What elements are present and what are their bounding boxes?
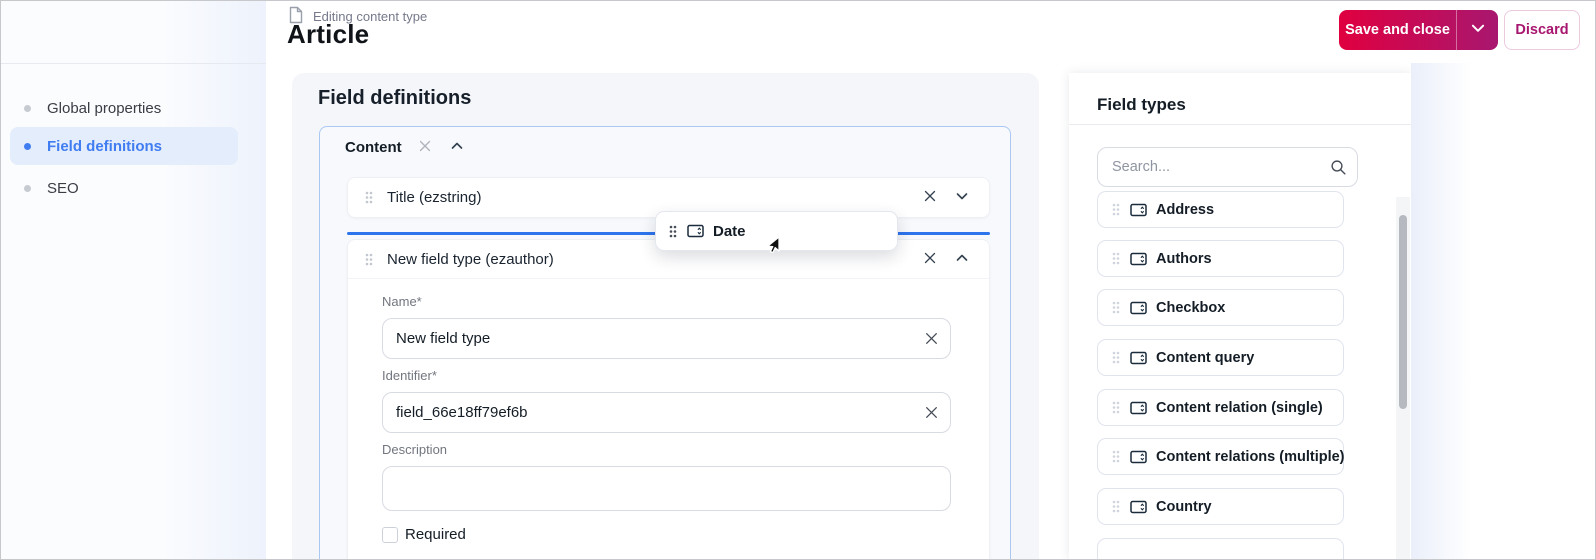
field-type-item-country[interactable]: Country (1097, 488, 1344, 525)
dragged-field-type-date[interactable]: Date (655, 211, 898, 251)
field-type-icon (687, 223, 704, 239)
section-title: Field definitions (318, 87, 471, 110)
field-type-item-partial[interactable] (1097, 538, 1344, 560)
field-type-icon (1130, 251, 1147, 267)
field-type-item-content-relations-multiple[interactable]: Content relations (multiple) (1097, 438, 1344, 475)
page-title: Article (287, 19, 369, 50)
dragged-item-label: Date (713, 223, 746, 240)
field-type-label: Content query (1156, 350, 1254, 366)
chevron-up-icon (955, 251, 969, 268)
drag-handle-icon (1112, 450, 1120, 463)
close-icon (418, 139, 432, 156)
name-field-label: Name* (382, 294, 951, 309)
bullet-icon (24, 105, 31, 112)
chevron-up-icon (450, 139, 464, 156)
content-type-editor: Global properties Field definitions SEO … (0, 0, 1596, 560)
drag-handle-icon (1112, 401, 1120, 414)
search-input[interactable] (1097, 147, 1358, 187)
remove-group-button[interactable] (416, 138, 434, 156)
collapse-field-button[interactable] (953, 250, 971, 268)
drag-handle-icon (1112, 252, 1120, 265)
close-icon (923, 189, 937, 206)
drag-handle-icon (1112, 301, 1120, 314)
bullet-icon (24, 143, 31, 150)
field-type-label: Content relations (multiple) (1156, 449, 1345, 465)
bullet-icon (24, 185, 31, 192)
drag-handle-icon (1112, 203, 1120, 216)
description-field-label: Description (382, 442, 951, 457)
sidebar-item-label: SEO (47, 180, 79, 197)
identifier-field[interactable] (382, 392, 951, 433)
description-field[interactable] (382, 466, 951, 511)
identifier-field-label: Identifier* (382, 368, 951, 383)
expand-field-button[interactable] (953, 189, 971, 207)
remove-field-button[interactable] (921, 250, 939, 268)
field-type-icon (1130, 499, 1147, 515)
field-type-item-address[interactable]: Address (1097, 191, 1344, 228)
field-type-label: Checkbox (1156, 300, 1225, 316)
save-and-close-split-button: Save and close (1339, 10, 1498, 50)
field-type-icon (1130, 350, 1147, 366)
sidebar-item-global-properties[interactable]: Global properties (10, 89, 238, 127)
save-options-dropdown-button[interactable] (1457, 10, 1498, 50)
field-definition-form: Name* Identifier* Description Require (382, 294, 951, 543)
field-type-icon (1130, 300, 1147, 316)
field-type-icon (1130, 202, 1147, 218)
save-and-close-button[interactable]: Save and close (1339, 10, 1456, 50)
drag-handle-icon[interactable] (365, 253, 373, 266)
discard-button[interactable]: Discard (1504, 10, 1580, 50)
sidebar-item-field-definitions[interactable]: Field definitions (10, 127, 238, 165)
field-type-icon (1130, 400, 1147, 416)
field-group-name: Content (345, 139, 402, 156)
field-group-content: Content Title (ezstring) (319, 126, 1011, 560)
panel-divider (1069, 124, 1411, 125)
name-field[interactable] (382, 318, 951, 359)
search-icon (1330, 159, 1347, 176)
panel-edge-gradient (1411, 63, 1471, 560)
field-definitions-section: Field definitions Content Title (ezstrin… (292, 73, 1039, 560)
field-type-label: Country (1156, 499, 1212, 515)
remove-field-button[interactable] (921, 189, 939, 207)
collapse-group-button[interactable] (448, 138, 466, 156)
field-group-header: Content (345, 138, 466, 156)
chevron-down-icon (955, 189, 969, 206)
drag-handle-icon (1112, 351, 1120, 364)
sidebar-divider (1, 63, 266, 64)
sidebar-item-label: Field definitions (47, 138, 162, 155)
field-type-label: Content relation (single) (1156, 400, 1323, 416)
required-checkbox-row: Required (382, 526, 951, 543)
scrollbar-track[interactable] (1396, 197, 1410, 560)
field-type-label: Address (1156, 202, 1214, 218)
field-types-panel: Field types Address Authors Checkbox C (1069, 73, 1411, 560)
drag-handle-icon (1112, 500, 1120, 513)
required-checkbox-label: Required (405, 526, 466, 543)
close-icon (923, 251, 937, 268)
required-checkbox[interactable] (382, 527, 398, 543)
clear-input-icon[interactable] (924, 331, 939, 346)
field-types-search (1097, 147, 1358, 187)
drag-handle-icon[interactable] (365, 191, 373, 204)
field-type-item-authors[interactable]: Authors (1097, 240, 1344, 277)
field-type-item-content-relation-single[interactable]: Content relation (single) (1097, 389, 1344, 426)
drag-handle-icon (669, 225, 677, 238)
anchor-sidebar: Global properties Field definitions SEO (1, 1, 266, 560)
scrollbar-thumb[interactable] (1399, 215, 1407, 409)
field-type-item-content-query[interactable]: Content query (1097, 339, 1344, 376)
chevron-down-icon (1470, 20, 1486, 41)
sidebar-item-seo[interactable]: SEO (10, 169, 238, 207)
field-definition-label: Title (ezstring) (387, 189, 481, 206)
field-type-icon (1130, 449, 1147, 465)
sidebar-item-label: Global properties (47, 100, 161, 117)
field-definition-new-field-type[interactable]: New field type (ezauthor) Name* (347, 239, 990, 560)
clear-input-icon[interactable] (924, 405, 939, 420)
field-type-item-checkbox[interactable]: Checkbox (1097, 289, 1344, 326)
field-types-title: Field types (1097, 95, 1186, 115)
field-definition-label: New field type (ezauthor) (387, 251, 554, 268)
field-type-label: Authors (1156, 251, 1212, 267)
